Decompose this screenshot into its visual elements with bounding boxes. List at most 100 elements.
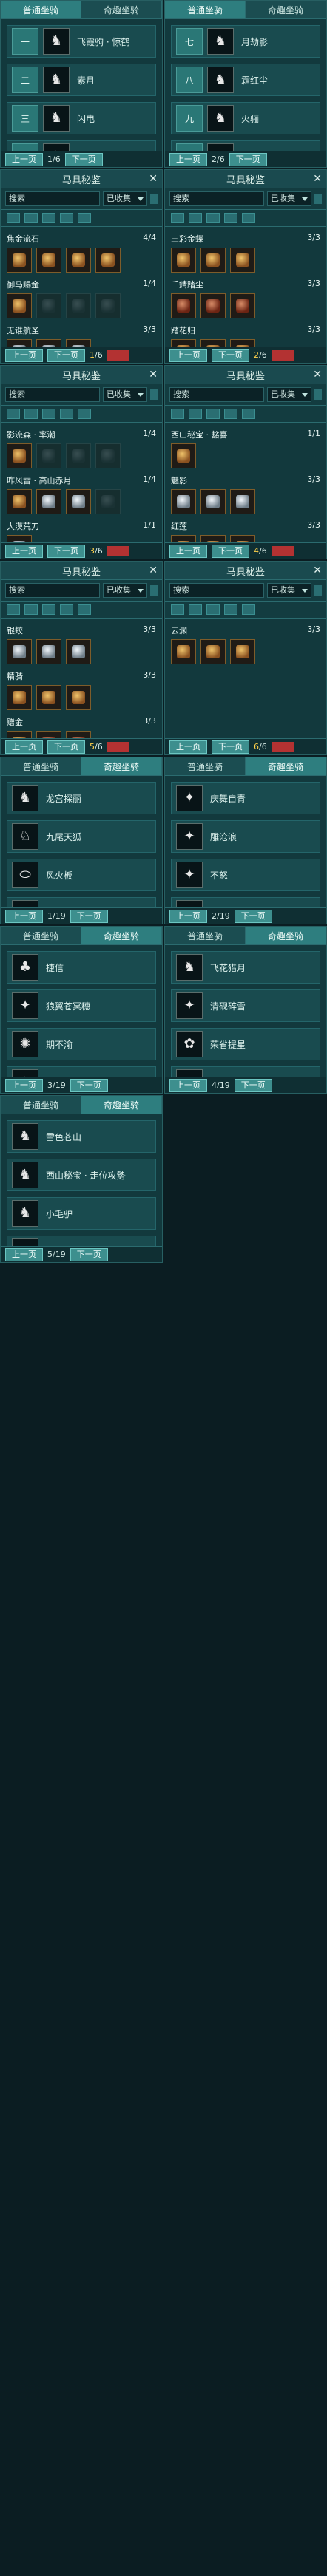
close-icon[interactable]: ✕ bbox=[313, 369, 322, 381]
category-icon[interactable] bbox=[24, 213, 38, 223]
unique-mount-row[interactable]: ♘ 九尾天狐 bbox=[7, 820, 156, 853]
mount-slot-row[interactable]: 九 ♞ 火骊 bbox=[171, 102, 320, 134]
prev-button[interactable]: 上一页 bbox=[169, 544, 207, 558]
gold-gear-icon[interactable] bbox=[36, 685, 61, 710]
gold-gear-icon[interactable] bbox=[66, 248, 91, 273]
gold-gear-icon[interactable] bbox=[95, 248, 121, 273]
gold-gear-icon[interactable] bbox=[66, 685, 91, 710]
collect-filter-select[interactable]: 已收集 bbox=[267, 583, 311, 598]
collect-filter-select[interactable]: 已收集 bbox=[267, 191, 311, 206]
next-button[interactable]: 下一页 bbox=[229, 152, 267, 166]
tab-unique[interactable]: 奇趣坐骑 bbox=[81, 1, 162, 18]
gold-gear-icon[interactable] bbox=[171, 443, 196, 468]
search-input[interactable]: 搜索 bbox=[169, 387, 264, 402]
silver-gear-icon[interactable] bbox=[36, 489, 61, 514]
filter-icon[interactable] bbox=[314, 389, 322, 400]
next-button[interactable]: 下一页 bbox=[47, 740, 85, 754]
category-icon[interactable] bbox=[171, 604, 184, 615]
filter-icon[interactable] bbox=[150, 194, 158, 204]
next-button[interactable]: 下一页 bbox=[70, 1247, 108, 1261]
gold-gear-icon[interactable] bbox=[230, 248, 255, 273]
silver-gear-icon[interactable] bbox=[200, 489, 226, 514]
acquire-button[interactable] bbox=[271, 545, 294, 556]
category-icon[interactable] bbox=[206, 409, 220, 419]
gold-gear-icon[interactable] bbox=[7, 685, 32, 710]
category-icon[interactable] bbox=[7, 213, 20, 223]
category-icon[interactable] bbox=[189, 604, 202, 615]
search-input[interactable]: 搜索 bbox=[5, 583, 100, 598]
category-icon[interactable] bbox=[60, 213, 73, 223]
category-icon[interactable] bbox=[78, 213, 91, 223]
gold-gear-icon[interactable] bbox=[7, 293, 32, 318]
filter-icon[interactable] bbox=[150, 585, 158, 596]
prev-button[interactable]: 上一页 bbox=[169, 348, 207, 362]
tab-unique[interactable]: 奇趣坐骑 bbox=[246, 927, 326, 944]
mount-slot-row[interactable]: 三 ♞ 闪电 bbox=[7, 102, 156, 134]
red-gear-icon[interactable] bbox=[200, 293, 226, 318]
category-icon[interactable] bbox=[24, 409, 38, 419]
gold-gear-icon[interactable] bbox=[36, 248, 61, 273]
category-icon[interactable] bbox=[206, 604, 220, 615]
tab-normal[interactable]: 普通坐骑 bbox=[1, 757, 81, 775]
next-button[interactable]: 下一页 bbox=[70, 909, 108, 923]
red-gear-icon[interactable] bbox=[171, 293, 196, 318]
next-button[interactable]: 下一页 bbox=[212, 348, 249, 362]
category-icon[interactable] bbox=[224, 604, 237, 615]
close-icon[interactable]: ✕ bbox=[149, 565, 158, 576]
unique-mount-row[interactable]: ✦ 清砚碎雪 bbox=[171, 989, 320, 1022]
next-button[interactable]: 下一页 bbox=[234, 1078, 272, 1092]
category-icon[interactable] bbox=[7, 409, 20, 419]
silver-gear-icon[interactable] bbox=[7, 639, 32, 664]
close-icon[interactable]: ✕ bbox=[149, 173, 158, 185]
dark-gear-icon[interactable] bbox=[66, 443, 91, 468]
unique-mount-row[interactable]: ♞ 西山秘宝 · 走位攻勢 bbox=[7, 1159, 156, 1191]
unique-mount-row[interactable]: ♣ 捷信 bbox=[7, 951, 156, 984]
category-icon[interactable] bbox=[171, 213, 184, 223]
dark-gear-icon[interactable] bbox=[66, 293, 91, 318]
tab-normal[interactable]: 普通坐骑 bbox=[165, 927, 246, 944]
silver-gear-icon[interactable] bbox=[66, 639, 91, 664]
gold-gear-icon[interactable] bbox=[200, 639, 226, 664]
category-icon[interactable] bbox=[24, 604, 38, 615]
gold-gear-icon[interactable] bbox=[200, 248, 226, 273]
category-icon[interactable] bbox=[78, 409, 91, 419]
unique-mount-row[interactable]: ♞ 龙宫探丽 bbox=[7, 782, 156, 814]
next-button[interactable]: 下一页 bbox=[47, 348, 85, 362]
unique-mount-row[interactable]: ✦ 雕沧浪 bbox=[171, 820, 320, 853]
prev-button[interactable]: 上一页 bbox=[5, 544, 43, 558]
category-icon[interactable] bbox=[171, 409, 184, 419]
next-button[interactable]: 下一页 bbox=[234, 909, 272, 923]
collect-filter-select[interactable]: 已收集 bbox=[103, 387, 147, 402]
collect-filter-select[interactable]: 已收集 bbox=[267, 387, 311, 402]
tab-normal[interactable]: 普通坐骑 bbox=[1, 1, 81, 18]
category-icon[interactable] bbox=[189, 213, 202, 223]
unique-mount-row[interactable]: ✺ 期不渝 bbox=[7, 1028, 156, 1060]
unique-mount-row[interactable]: ✿ 荣省提星 bbox=[171, 1028, 320, 1060]
unique-mount-row[interactable]: ✦ 狼翼苍冥穗 bbox=[7, 989, 156, 1022]
dark-gear-icon[interactable] bbox=[95, 443, 121, 468]
acquire-button[interactable] bbox=[107, 741, 129, 752]
silver-gear-icon[interactable] bbox=[36, 639, 61, 664]
unique-mount-row[interactable]: ✦ 庆舞自青 bbox=[171, 782, 320, 814]
dark-gear-icon[interactable] bbox=[95, 293, 121, 318]
prev-button[interactable]: 上一页 bbox=[169, 909, 207, 923]
tab-unique[interactable]: 奇趣坐骑 bbox=[246, 757, 326, 775]
filter-icon[interactable] bbox=[314, 194, 322, 204]
tab-normal[interactable]: 普通坐骑 bbox=[1, 1096, 81, 1114]
tab-unique[interactable]: 奇趣坐骑 bbox=[81, 1096, 162, 1114]
filter-icon[interactable] bbox=[150, 389, 158, 400]
acquire-button[interactable] bbox=[271, 741, 294, 752]
gold-gear-icon[interactable] bbox=[230, 639, 255, 664]
red-gear-icon[interactable] bbox=[230, 293, 255, 318]
close-icon[interactable]: ✕ bbox=[313, 173, 322, 185]
category-icon[interactable] bbox=[78, 604, 91, 615]
mount-slot-row[interactable]: 一 ♞ 飞霞驹 · 惊鹤 bbox=[7, 25, 156, 58]
category-icon[interactable] bbox=[242, 409, 255, 419]
next-button[interactable]: 下一页 bbox=[212, 544, 249, 558]
prev-button[interactable]: 上一页 bbox=[5, 348, 43, 362]
tab-normal[interactable]: 普通坐骑 bbox=[165, 757, 246, 775]
acquire-button[interactable] bbox=[107, 545, 129, 556]
dark-gear-icon[interactable] bbox=[95, 489, 121, 514]
category-icon[interactable] bbox=[42, 213, 55, 223]
category-icon[interactable] bbox=[42, 409, 55, 419]
